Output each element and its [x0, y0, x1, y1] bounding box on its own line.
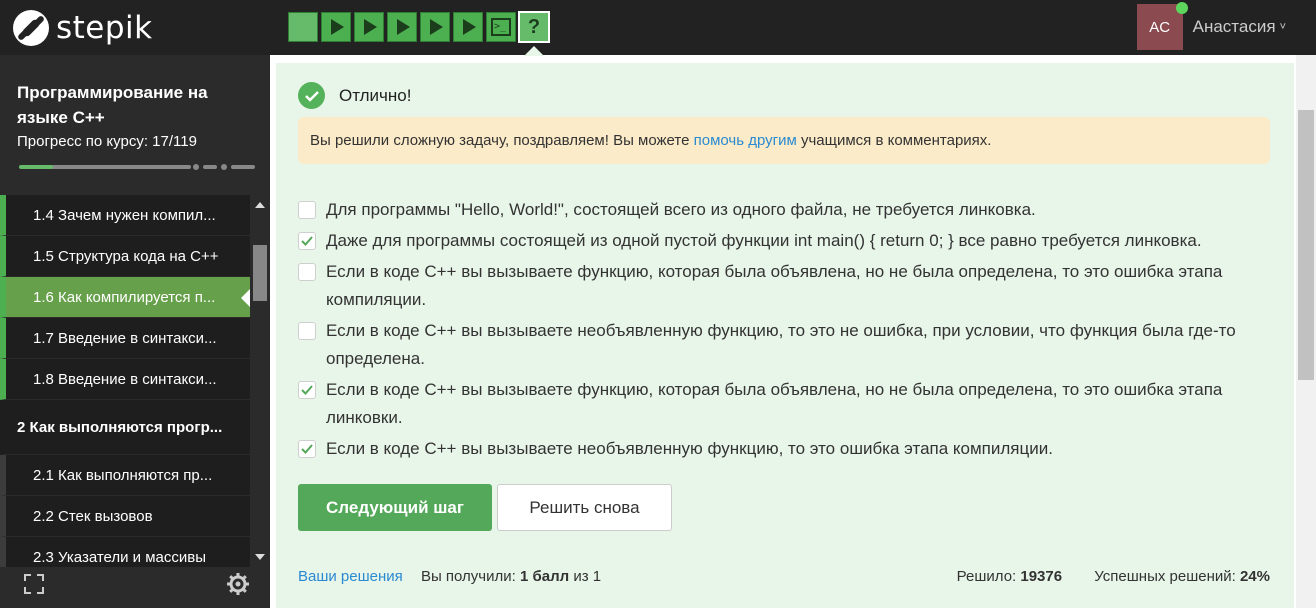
- user-menu[interactable]: AC Анастасия ˅: [1136, 2, 1286, 50]
- success-notice: Вы решили сложную задачу, поздравляем! В…: [298, 117, 1270, 164]
- brand-name: stepik: [56, 10, 153, 46]
- step-1-text[interactable]: [288, 12, 318, 42]
- option-text: Даже для программы состоящей из одной пу…: [326, 231, 1202, 250]
- notice-text: Вы решили сложную задачу, поздравляем! В…: [310, 132, 694, 149]
- progress-dot: [221, 164, 227, 170]
- progress-label: Прогресс по курсу:: [17, 133, 148, 150]
- progress-segment: [231, 165, 255, 169]
- stepik-logo[interactable]: stepik: [12, 9, 153, 47]
- success-check-icon: [298, 82, 325, 109]
- progress-value: 17/119: [152, 133, 197, 150]
- course-title[interactable]: Программирование на языке С++: [17, 80, 237, 130]
- lesson-item-1-7[interactable]: 1.7 Введение в синтакси...: [0, 318, 250, 359]
- step-3-video[interactable]: [354, 12, 384, 42]
- scroll-up-icon[interactable]: [255, 202, 265, 208]
- option-checkbox-checked[interactable]: [298, 440, 316, 458]
- top-bar: stepik >_ ? AC Анастасия ˅: [0, 0, 1316, 56]
- option-text: Если в коде С++ вы вызываете функцию, ко…: [326, 380, 1223, 427]
- check-icon: [301, 236, 313, 246]
- online-status-icon: [1175, 2, 1188, 14]
- progress-segment: [51, 165, 191, 169]
- chevron-down-icon[interactable]: ˅: [1280, 21, 1286, 33]
- fullscreen-icon[interactable]: [24, 574, 44, 594]
- option-checkbox[interactable]: [298, 322, 316, 340]
- page-scrollbar[interactable]: [1296, 55, 1316, 608]
- sidebar-scrollbar[interactable]: [250, 195, 270, 567]
- lesson-item-1-8[interactable]: 1.8 Введение в синтакси...: [0, 359, 250, 400]
- quiz-options: Для программы "Hello, World!", состоящей…: [298, 196, 1288, 466]
- quiz-option[interactable]: Если в коде С++ вы вызываете функцию, ко…: [298, 258, 1288, 314]
- solved-label: Решило:: [956, 568, 1017, 585]
- step-footer: Ваши решения Вы получили: 1 балл из 1 Ре…: [298, 568, 1270, 585]
- active-step-pointer: [524, 46, 544, 56]
- stepik-logo-icon: [13, 10, 49, 46]
- score-prefix: Вы получили:: [420, 568, 516, 585]
- sidebar-scroll-thumb[interactable]: [253, 245, 267, 301]
- step-5-video[interactable]: [420, 12, 450, 42]
- play-icon: [463, 19, 476, 35]
- option-checkbox-checked[interactable]: [298, 232, 316, 250]
- user-name[interactable]: Анастасия: [1193, 17, 1276, 37]
- lesson-item-1-4[interactable]: 1.4 Зачем нужен компил...: [0, 195, 250, 236]
- step-2-video[interactable]: [321, 12, 351, 42]
- option-text: Если в коде С++ вы вызываете необъявленн…: [326, 439, 1053, 458]
- step-8-quiz[interactable]: ?: [518, 11, 550, 43]
- progress-fill: [19, 165, 53, 169]
- progress-dot: [193, 164, 199, 170]
- play-icon: [397, 19, 410, 35]
- lesson-item-2-3[interactable]: 2.3 Указатели и массивы: [0, 537, 250, 567]
- avatar-initials: AC: [1149, 18, 1171, 36]
- step-navigation: >_ ?: [288, 11, 550, 43]
- option-text: Если в коде С++ вы вызываете функцию, ко…: [326, 262, 1223, 309]
- score-suffix: из 1: [573, 568, 602, 585]
- progress-segment: [203, 165, 217, 169]
- quiz-option[interactable]: Для программы "Hello, World!", состоящей…: [298, 196, 1288, 224]
- your-solutions-link[interactable]: Ваши решения: [298, 568, 403, 585]
- terminal-icon: >_: [491, 18, 511, 36]
- option-text: Для программы "Hello, World!", состоящей…: [326, 200, 1036, 219]
- solved-value: 19376: [1020, 568, 1063, 585]
- step-stats: Решило: 19376 Успешных решений: 24%: [957, 568, 1270, 585]
- option-checkbox-checked[interactable]: [298, 381, 316, 399]
- lesson-item-1-6[interactable]: 1.6 Как компилируется п...: [0, 277, 250, 318]
- scroll-down-icon[interactable]: [255, 554, 265, 560]
- notice-text-end: учащимся в комментариях.: [796, 132, 992, 149]
- option-checkbox[interactable]: [298, 263, 316, 281]
- option-text: Если в коде С++ вы вызываете необъявленн…: [326, 321, 1236, 368]
- lesson-item-1-5[interactable]: 1.5 Структура кода на С++: [0, 236, 250, 277]
- play-icon: [331, 19, 344, 35]
- step-7-code[interactable]: >_: [486, 12, 516, 42]
- quiz-option[interactable]: Если в коде С++ вы вызываете функцию, ко…: [298, 376, 1288, 432]
- result-status: Отлично!: [339, 86, 412, 105]
- course-progress: Прогресс по курсу: 17/119: [17, 133, 197, 150]
- lesson-list[interactable]: 1.4 Зачем нужен компил... 1.5 Структура …: [0, 195, 250, 567]
- next-step-button[interactable]: Следующий шаг: [298, 484, 492, 531]
- step-6-video[interactable]: [453, 12, 483, 42]
- module-item-2[interactable]: 2 Как выполняются прогр...: [0, 400, 250, 455]
- score-value: 1 балл: [519, 568, 570, 585]
- check-icon: [301, 444, 313, 454]
- play-icon: [364, 19, 377, 35]
- step-4-video[interactable]: [387, 12, 417, 42]
- lesson-item-2-1[interactable]: 2.1 Как выполняются пр...: [0, 455, 250, 496]
- quiz-option[interactable]: Если в коде С++ вы вызываете необъявленн…: [298, 435, 1288, 463]
- step-content: Отлично! Вы решили сложную задачу, поздр…: [276, 63, 1294, 608]
- success-label: Успешных решений:: [1094, 568, 1236, 585]
- solve-again-button[interactable]: Решить снова: [497, 484, 672, 531]
- check-icon: [301, 385, 313, 395]
- quiz-option[interactable]: Если в коде С++ вы вызываете необъявленн…: [298, 317, 1288, 373]
- avatar[interactable]: AC: [1136, 2, 1188, 50]
- play-icon: [430, 19, 443, 35]
- course-sidebar: Программирование на языке С++ Прогресс п…: [0, 55, 270, 608]
- success-value: 24%: [1239, 568, 1270, 585]
- help-others-link[interactable]: помочь другим: [694, 132, 797, 149]
- page-scroll-thumb[interactable]: [1298, 110, 1314, 380]
- quiz-option[interactable]: Даже для программы состоящей из одной пу…: [298, 227, 1288, 255]
- progress-bar: [19, 164, 255, 170]
- gear-icon[interactable]: [226, 572, 250, 596]
- progress-remaining: [19, 164, 255, 170]
- lesson-item-2-2[interactable]: 2.2 Стек вызовов: [0, 496, 250, 537]
- question-icon: ?: [527, 15, 541, 38]
- option-checkbox[interactable]: [298, 201, 316, 219]
